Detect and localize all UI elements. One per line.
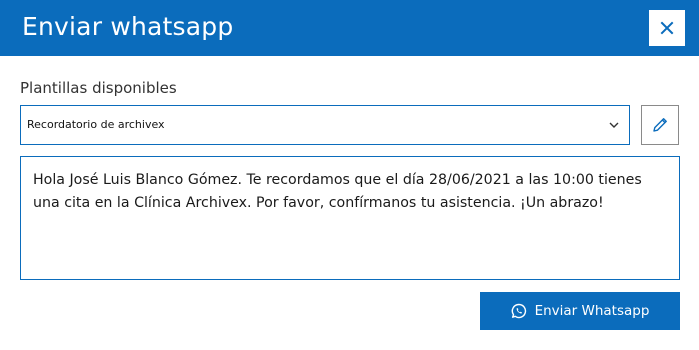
message-textarea[interactable]: Hola José Luis Blanco Gómez. Te recordam… [20,156,680,280]
send-whatsapp-label: Enviar Whatsapp [534,303,650,319]
edit-template-button[interactable] [641,105,679,145]
template-select[interactable]: Recordatorio de archivex [20,105,630,145]
close-button[interactable] [649,10,685,46]
templates-label: Plantillas disponibles [20,79,177,97]
chevron-down-icon [609,122,619,128]
dialog-title: Enviar whatsapp [22,12,234,41]
dialog-titlebar: Enviar whatsapp [0,0,699,56]
whatsapp-icon [511,303,526,319]
pencil-icon [653,118,667,132]
template-select-value: Recordatorio de archivex [27,118,165,131]
send-whatsapp-button[interactable]: Enviar Whatsapp [480,292,680,330]
close-icon [660,21,674,35]
